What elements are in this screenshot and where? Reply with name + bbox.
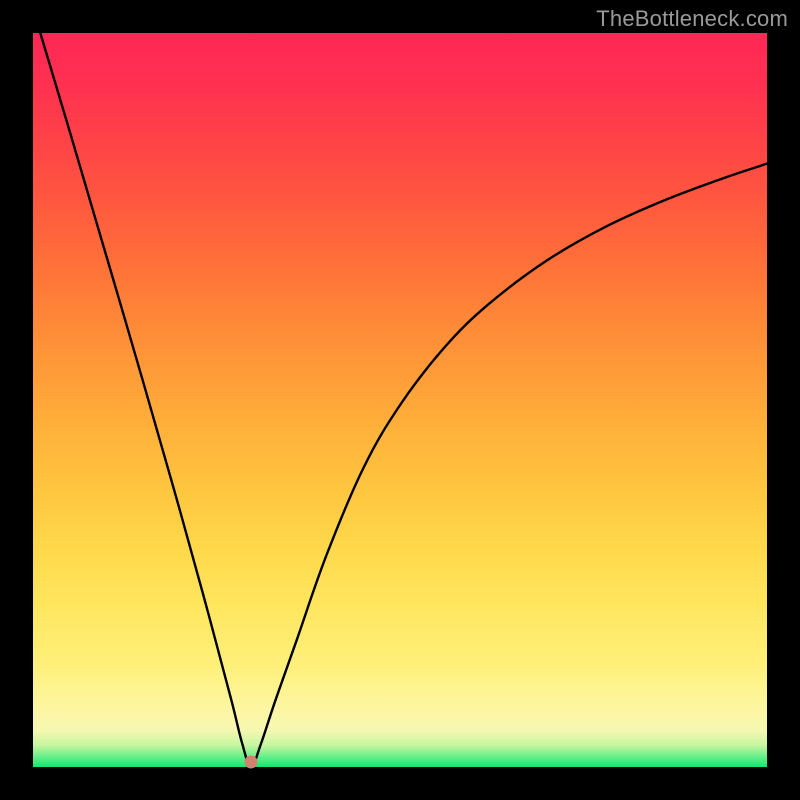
watermark-text: TheBottleneck.com xyxy=(596,6,788,32)
minimum-marker xyxy=(244,755,257,768)
plot-area xyxy=(33,33,767,767)
chart-stage: TheBottleneck.com xyxy=(0,0,800,800)
bottleneck-curve xyxy=(33,33,767,767)
